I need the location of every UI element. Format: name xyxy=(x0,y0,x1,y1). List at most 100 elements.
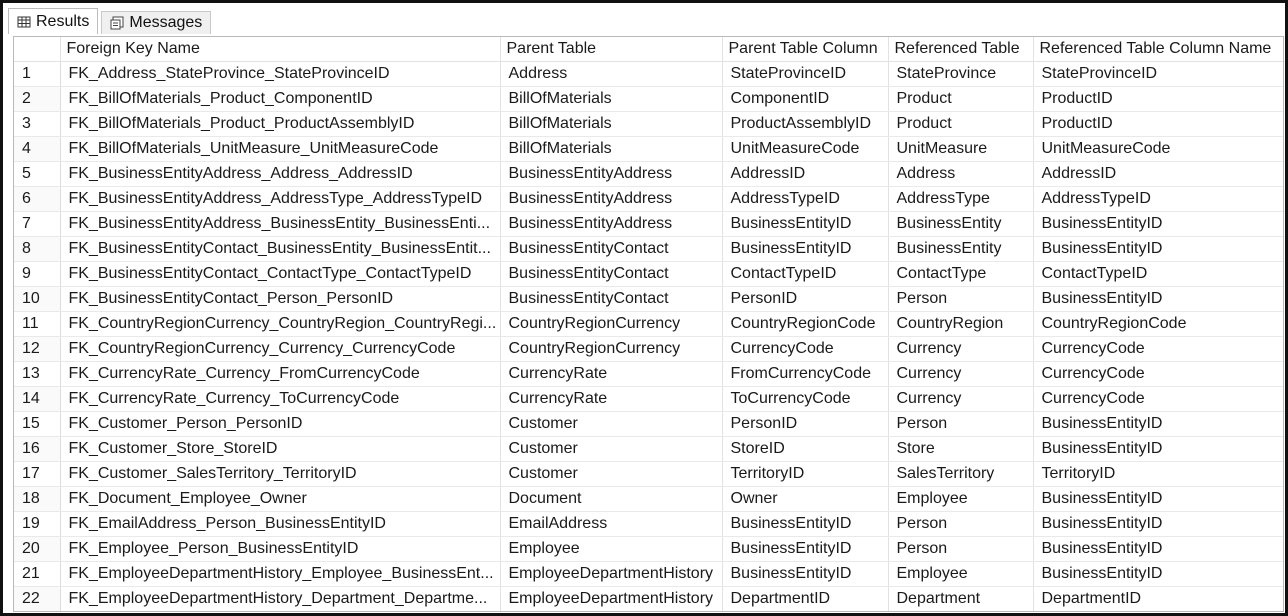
table-cell[interactable]: Product xyxy=(888,111,1034,137)
table-cell[interactable]: DepartmentID xyxy=(1033,586,1283,611)
table-cell[interactable]: EmailAddress xyxy=(500,511,723,537)
table-cell[interactable]: Employee xyxy=(888,561,1034,587)
table-row[interactable]: 15 FK_Customer_Person_PersonID Customer Per… xyxy=(14,411,1283,437)
table-cell[interactable]: StateProvinceID xyxy=(722,61,889,87)
table-cell[interactable]: BusinessEntityID xyxy=(722,236,889,262)
table-cell[interactable]: UnitMeasureCode xyxy=(1033,136,1283,162)
table-cell[interactable]: EmployeeDepartmentHistory xyxy=(500,561,723,587)
row-number-cell[interactable]: 18 xyxy=(14,486,61,512)
table-cell[interactable]: BusinessEntityID xyxy=(1033,236,1283,262)
table-cell[interactable]: BusinessEntityID xyxy=(722,211,889,237)
row-number-cell[interactable]: 16 xyxy=(14,436,61,462)
table-row[interactable]: 1 FK_Address_StateProvince_StateProvinceI… xyxy=(14,61,1283,87)
table-cell[interactable]: EmployeeDepartmentHistory xyxy=(500,586,723,611)
column-header[interactable]: Referenced Table xyxy=(888,37,1034,62)
table-cell[interactable]: BillOfMaterials xyxy=(500,136,723,162)
table-row[interactable]: 2 FK_BillOfMaterials_Product_ComponentID B… xyxy=(14,86,1283,112)
row-number-cell[interactable]: 15 xyxy=(14,411,61,437)
table-cell[interactable]: Currency xyxy=(888,336,1034,362)
table-cell[interactable]: BusinessEntity xyxy=(888,211,1034,237)
table-cell[interactable]: BusinessEntityID xyxy=(1033,536,1283,562)
table-cell[interactable]: BusinessEntityID xyxy=(722,511,889,537)
table-cell[interactable]: Store xyxy=(888,436,1034,462)
table-cell[interactable]: FK_Document_Employee_Owner xyxy=(60,486,501,512)
table-cell[interactable]: ProductID xyxy=(1033,111,1283,137)
row-number-cell[interactable]: 2 xyxy=(14,86,61,112)
table-cell[interactable]: ProductID xyxy=(1033,86,1283,112)
row-number-cell[interactable]: 21 xyxy=(14,561,61,587)
table-row[interactable]: 17 FK_Customer_SalesTerritory_TerritoryID… xyxy=(14,461,1283,487)
row-number-cell[interactable]: 12 xyxy=(14,336,61,362)
table-cell[interactable]: Person xyxy=(888,536,1034,562)
table-cell[interactable]: ComponentID xyxy=(722,86,889,112)
table-row[interactable]: 13 FK_CurrencyRate_Currency_FromCurrencyC… xyxy=(14,361,1283,387)
table-row[interactable]: 9 FK_BusinessEntityContact_ContactType_Co… xyxy=(14,261,1283,287)
table-cell[interactable]: FK_CountryRegionCurrency_Currency_Curren… xyxy=(60,336,501,362)
table-cell[interactable]: Person xyxy=(888,286,1034,312)
table-cell[interactable]: BillOfMaterials xyxy=(500,86,723,112)
table-cell[interactable]: FK_Address_StateProvince_StateProvinceID xyxy=(60,61,501,87)
table-cell[interactable]: BusinessEntityID xyxy=(722,561,889,587)
table-cell[interactable]: BusinessEntityAddress xyxy=(500,211,723,237)
table-cell[interactable]: AddressType xyxy=(888,186,1034,212)
table-cell[interactable]: BusinessEntity xyxy=(888,236,1034,262)
row-number-cell[interactable]: 6 xyxy=(14,186,61,212)
table-cell[interactable]: AddressTypeID xyxy=(722,186,889,212)
table-cell[interactable]: ToCurrencyCode xyxy=(722,386,889,412)
row-number-header[interactable] xyxy=(14,37,61,62)
table-cell[interactable]: Employee xyxy=(888,486,1034,512)
table-row[interactable]: 21 FK_EmployeeDepartmentHistory_Employee_… xyxy=(14,561,1283,587)
table-cell[interactable]: CountryRegionCurrency xyxy=(500,311,723,337)
table-cell[interactable]: CurrencyCode xyxy=(1033,361,1283,387)
row-number-cell[interactable]: 8 xyxy=(14,236,61,262)
table-cell[interactable]: CountryRegionCurrency xyxy=(500,336,723,362)
results-grid[interactable]: Foreign Key Name Parent Table Parent Tab… xyxy=(13,36,1284,612)
table-cell[interactable]: Address xyxy=(500,61,723,87)
row-number-cell[interactable]: 4 xyxy=(14,136,61,162)
table-cell[interactable]: BusinessEntityID xyxy=(1033,411,1283,437)
table-cell[interactable]: Currency xyxy=(888,386,1034,412)
table-row[interactable]: 12 FK_CountryRegionCurrency_Currency_Curr… xyxy=(14,336,1283,362)
table-cell[interactable]: BusinessEntityID xyxy=(1033,486,1283,512)
row-number-cell[interactable]: 20 xyxy=(14,536,61,562)
table-cell[interactable]: BillOfMaterials xyxy=(500,111,723,137)
table-cell[interactable]: BusinessEntityID xyxy=(1033,286,1283,312)
table-cell[interactable]: AddressID xyxy=(1033,161,1283,187)
table-cell[interactable]: Customer xyxy=(500,461,723,487)
table-cell[interactable]: CountryRegionCode xyxy=(1033,311,1283,337)
row-number-cell[interactable]: 17 xyxy=(14,461,61,487)
table-cell[interactable]: Document xyxy=(500,486,723,512)
table-cell[interactable]: UnitMeasure xyxy=(888,136,1034,162)
row-number-cell[interactable]: 5 xyxy=(14,161,61,187)
table-cell[interactable]: CountryRegionCode xyxy=(722,311,889,337)
table-cell[interactable]: StateProvinceID xyxy=(1033,61,1283,87)
column-header[interactable]: Parent Table xyxy=(500,37,723,62)
table-cell[interactable]: ContactTypeID xyxy=(722,261,889,287)
table-cell[interactable]: FK_BusinessEntityAddress_Address_Address… xyxy=(60,161,501,187)
table-row[interactable]: 14 FK_CurrencyRate_Currency_ToCurrencyCod… xyxy=(14,386,1283,412)
table-cell[interactable]: FK_BusinessEntityContact_ContactType_Con… xyxy=(60,261,501,287)
row-number-cell[interactable]: 19 xyxy=(14,511,61,537)
table-row[interactable]: 22 FK_EmployeeDepartmentHistory_Departmen… xyxy=(14,586,1283,611)
table-cell[interactable]: Employee xyxy=(500,536,723,562)
table-cell[interactable]: FK_BillOfMaterials_Product_ProductAssemb… xyxy=(60,111,501,137)
table-cell[interactable]: BusinessEntityContact xyxy=(500,286,723,312)
table-cell[interactable]: FK_Customer_SalesTerritory_TerritoryID xyxy=(60,461,501,487)
table-row[interactable]: 16 FK_Customer_Store_StoreID Customer Store… xyxy=(14,436,1283,462)
table-cell[interactable]: FK_CurrencyRate_Currency_FromCurrencyCod… xyxy=(60,361,501,387)
table-cell[interactable]: BusinessEntityID xyxy=(1033,211,1283,237)
table-cell[interactable]: BusinessEntityID xyxy=(1033,511,1283,537)
table-cell[interactable]: AddressID xyxy=(722,161,889,187)
table-row[interactable]: 6 FK_BusinessEntityAddress_AddressType_Ad… xyxy=(14,186,1283,212)
column-header[interactable]: Foreign Key Name xyxy=(60,37,501,62)
table-cell[interactable]: BusinessEntityAddress xyxy=(500,186,723,212)
row-number-cell[interactable]: 3 xyxy=(14,111,61,137)
row-number-cell[interactable]: 14 xyxy=(14,386,61,412)
table-cell[interactable]: FK_EmployeeDepartmentHistory_Employee_Bu… xyxy=(60,561,501,587)
row-number-cell[interactable]: 13 xyxy=(14,361,61,387)
table-cell[interactable]: CurrencyCode xyxy=(1033,386,1283,412)
table-cell[interactable]: FromCurrencyCode xyxy=(722,361,889,387)
table-cell[interactable]: PersonID xyxy=(722,411,889,437)
table-cell[interactable]: CurrencyRate xyxy=(500,361,723,387)
table-cell[interactable]: BusinessEntityContact xyxy=(500,261,723,287)
